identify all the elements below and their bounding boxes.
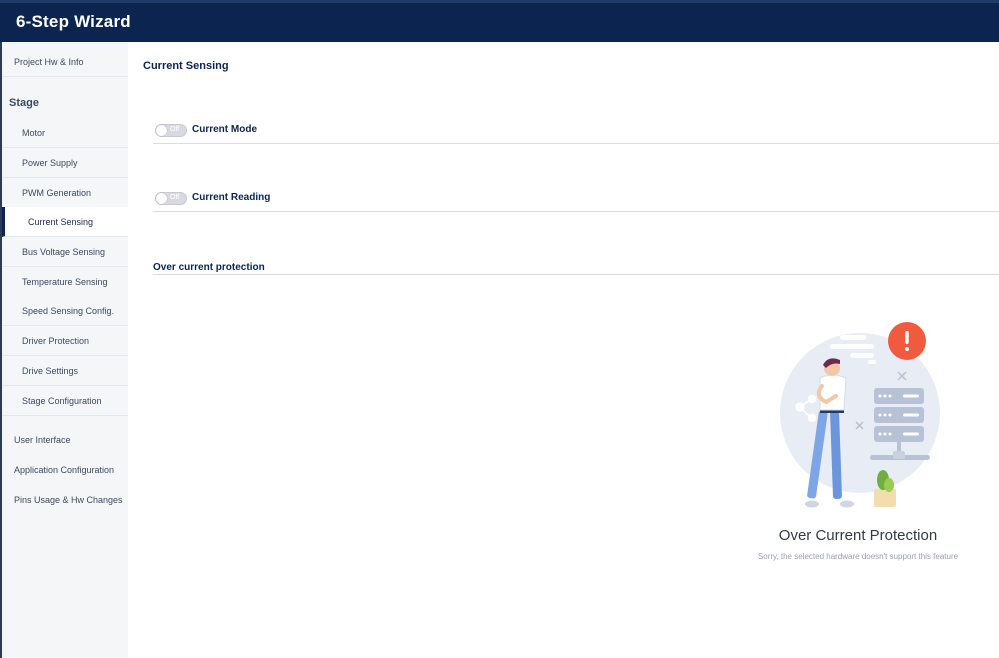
- sidebar-item-pins-usage-hw-changes[interactable]: Pins Usage & Hw Changes: [2, 485, 128, 515]
- current-reading-toggle[interactable]: Off: [155, 192, 187, 205]
- sidebar-item-label: Stage Configuration: [22, 395, 102, 406]
- empty-state-title: Over Current Protection: [778, 527, 938, 544]
- sidebar-item-project-hw-info[interactable]: Project Hw & Info: [2, 47, 128, 77]
- toggle-knob: [156, 193, 167, 204]
- app-header: 6-Step Wizard: [0, 0, 999, 42]
- sidebar-item-label: Pins Usage & Hw Changes: [14, 495, 123, 505]
- over-current-protection-section: Over current protection: [153, 262, 999, 275]
- empty-state-message: Sorry, the selected hardware doesn't sup…: [757, 552, 959, 561]
- sidebar-item-label: Bus Voltage Sensing: [22, 246, 106, 257]
- sidebar-item-driver-protection[interactable]: Driver Protection: [2, 326, 128, 356]
- sidebar-item-label: Power Supply: [22, 157, 78, 168]
- toggle-state-text: Off: [170, 126, 180, 133]
- current-mode-toggle[interactable]: Off: [155, 124, 187, 137]
- exclamation-badge-icon: [888, 322, 926, 360]
- header-top-strip: [0, 0, 999, 3]
- sidebar-item-speed-sensing-config[interactable]: Speed Sensing Config.: [2, 296, 128, 326]
- current-reading-row: Off Current Reading: [153, 192, 999, 212]
- sidebar-item-label: Application Configuration: [14, 465, 115, 475]
- app-title: 6-Step Wizard: [16, 12, 131, 31]
- current-mode-row: Off Current Mode: [153, 124, 999, 144]
- sidebar-item-label: Project Hw & Info: [14, 56, 84, 67]
- sidebar-item-label: Speed Sensing Config.: [22, 305, 115, 316]
- sidebar-item-drive-settings[interactable]: Drive Settings: [2, 356, 128, 386]
- unsupported-feature-illustration: [780, 322, 940, 508]
- sidebar-item-application-configuration[interactable]: Application Configuration: [2, 455, 128, 485]
- toggle-state-text: Off: [170, 194, 180, 201]
- sidebar-item-label: Current Sensing: [28, 216, 94, 227]
- sidebar-item-stage-configuration[interactable]: Stage Configuration: [2, 386, 128, 416]
- sidebar-item-label: Temperature Sensing: [22, 276, 108, 287]
- sidebar-item-temperature-sensing[interactable]: Temperature Sensing: [2, 267, 128, 297]
- current-reading-label: Current Reading: [192, 192, 271, 203]
- sidebar-item-label: Motor: [22, 127, 46, 138]
- sidebar-item-label: Driver Protection: [22, 335, 90, 346]
- sidebar-item-current-sensing[interactable]: Current Sensing: [2, 207, 128, 237]
- sidebar-item-pwm-generation[interactable]: PWM Generation: [2, 178, 128, 208]
- toggle-knob: [156, 125, 167, 136]
- sidebar-item-power-supply[interactable]: Power Supply: [2, 148, 128, 178]
- sidebar-item-label: User Interface: [14, 435, 71, 445]
- sidebar-item-user-interface[interactable]: User Interface: [2, 425, 128, 455]
- sidebar: Project Hw & Info Stage Motor Power Supp…: [0, 42, 128, 658]
- sidebar-item-label: PWM Generation: [22, 187, 92, 198]
- sidebar-group-stage: Stage: [9, 97, 39, 109]
- sidebar-item-bus-voltage-sensing[interactable]: Bus Voltage Sensing: [2, 237, 128, 267]
- page-title: Current Sensing: [143, 60, 229, 72]
- current-mode-label: Current Mode: [192, 124, 257, 135]
- section-title: Over current protection: [153, 262, 265, 273]
- sidebar-item-motor[interactable]: Motor: [2, 118, 128, 148]
- sidebar-item-label: Drive Settings: [22, 365, 79, 376]
